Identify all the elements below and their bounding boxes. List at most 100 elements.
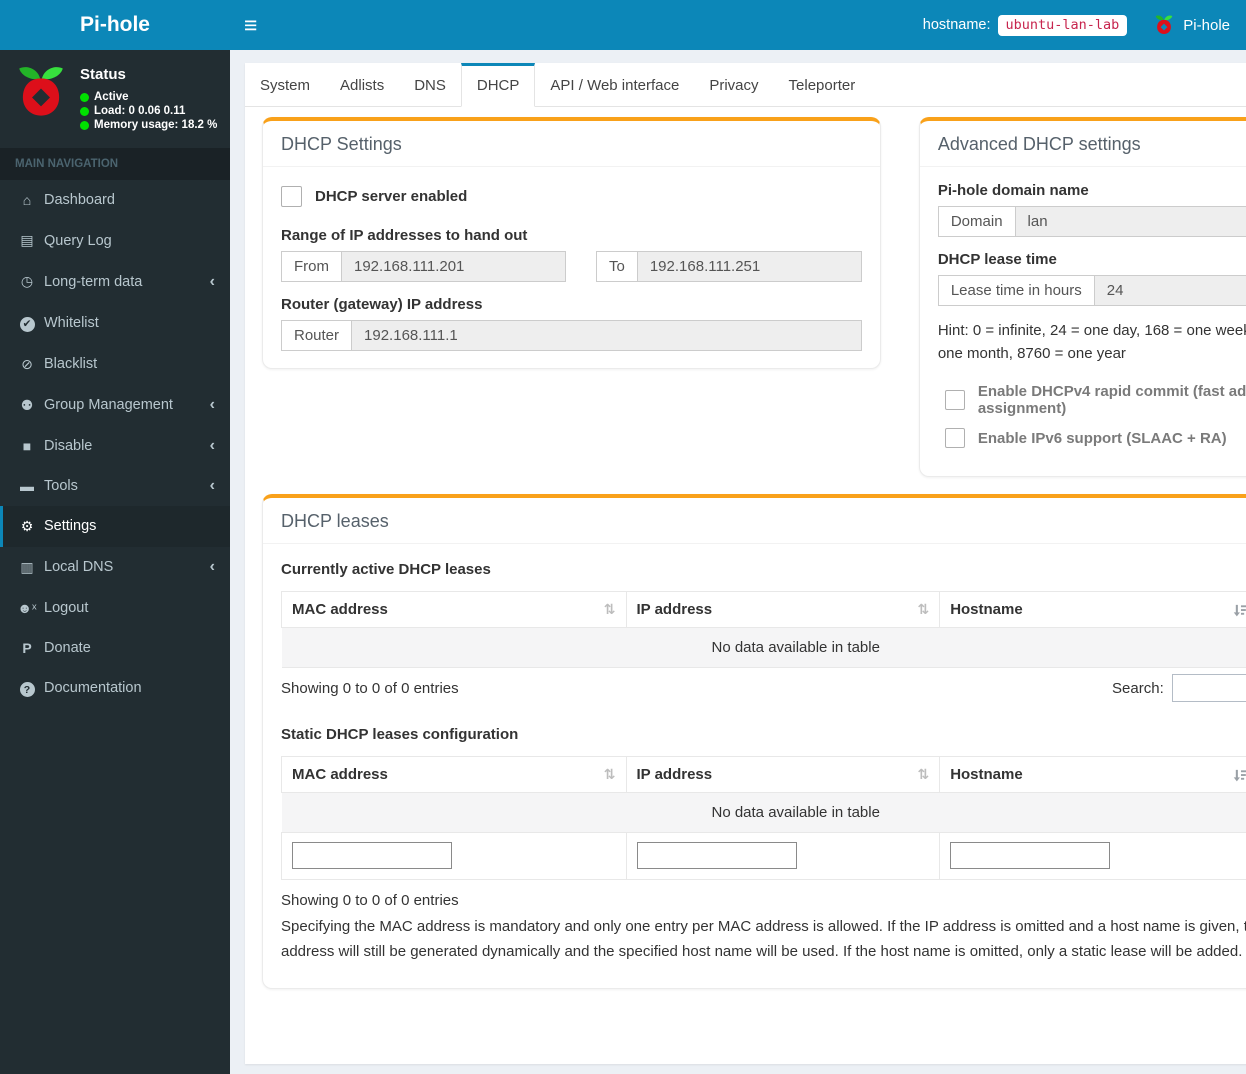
sort-icon: ⇅	[917, 601, 929, 618]
sidebar-item-group-management[interactable]: ⚉ Group Management ‹	[0, 385, 230, 426]
sidebar-item-query-log[interactable]: ▤ Query Log	[0, 220, 230, 261]
navbar-right: hostname: ubuntu-lan-lab Pi-hole	[923, 14, 1230, 36]
static-leases-note: Specifying the MAC address is mandatory …	[281, 915, 1246, 965]
advanced-dhcp-title: Advanced DHCP settings	[938, 134, 1246, 155]
static-leases-table: ⇅ MAC address ⇅ IP address	[281, 756, 1246, 880]
column-header-ip[interactable]: ⇅ IP address	[626, 592, 940, 628]
status-active-text: Active	[94, 91, 129, 103]
sidebar-item-tools[interactable]: ▬ Tools ‹	[0, 466, 230, 506]
sort-icon: ⇅	[604, 766, 616, 783]
tab-privacy[interactable]: Privacy	[694, 63, 773, 107]
column-header-hostname[interactable]: Hostname	[940, 757, 1246, 793]
from-addon: From	[281, 251, 341, 282]
navbar-brand: Pi-hole	[1153, 14, 1230, 36]
column-header-mac[interactable]: ⇅ MAC address	[282, 592, 627, 628]
address-book-icon: ▥	[15, 559, 39, 576]
sidebar-item-label: Logout	[44, 600, 88, 616]
range-from-input[interactable]	[341, 251, 566, 282]
question-circle-icon: ?	[15, 680, 39, 698]
range-to-input[interactable]	[637, 251, 862, 282]
ban-icon: ⊘	[15, 356, 39, 373]
check-circle-icon: ✔	[15, 314, 39, 332]
static-leases-info: Showing 0 to 0 of 0 entries	[281, 892, 1246, 909]
sidebar-item-blacklist[interactable]: ⊘ Blacklist	[0, 344, 230, 385]
home-icon: ⌂	[15, 192, 39, 208]
sidebar-item-label: Query Log	[44, 233, 112, 249]
dhcp-server-enabled-checkbox[interactable]	[281, 186, 302, 207]
status-dot-icon	[80, 121, 89, 130]
empty-table-message: No data available in table	[282, 628, 1246, 668]
stop-icon: ■	[15, 438, 39, 454]
new-static-hostname-input[interactable]	[950, 842, 1110, 869]
status-dot-icon	[80, 107, 89, 116]
rapid-commit-checkbox[interactable]	[945, 390, 965, 410]
static-leases-heading: Static DHCP leases configuration	[281, 726, 1246, 743]
dhcp-leases-card: DHCP leases Currently active DHCP leases…	[262, 494, 1246, 989]
status-load-text: Load: 0 0.06 0.11	[94, 105, 185, 117]
domain-input[interactable]	[1015, 206, 1246, 237]
hostname-badge: ubuntu-lan-lab	[998, 15, 1128, 36]
sidebar-item-label: Whitelist	[44, 315, 99, 331]
sort-icon: ⇅	[604, 601, 616, 618]
search-input[interactable]	[1172, 674, 1246, 702]
sidebar-item-logout[interactable]: ☻ˣ Logout	[0, 588, 230, 628]
sidebar-item-label: Dashboard	[44, 192, 115, 208]
lease-time-hint: Hint: 0 = infinite, 24 = one day, 168 = …	[938, 320, 1246, 365]
sidebar-item-whitelist[interactable]: ✔ Whitelist	[0, 302, 230, 344]
dhcp-settings-card-header: DHCP Settings	[263, 121, 880, 167]
tab-dhcp[interactable]: DHCP	[461, 63, 536, 107]
lease-time-addon: Lease time in hours	[938, 275, 1094, 306]
sidebar-toggle-icon[interactable]: ≡	[244, 14, 257, 37]
sidebar-section-label: MAIN NAVIGATION	[0, 148, 230, 180]
lease-time-input[interactable]	[1094, 275, 1246, 306]
paypal-icon: P	[15, 640, 39, 656]
dhcp-tab-content: DHCP Settings DHCP server enabled Range …	[245, 107, 1246, 1064]
sidebar-item-label: Disable	[44, 438, 92, 454]
lease-time-label: DHCP lease time	[938, 251, 1246, 268]
status-title: Status	[80, 66, 217, 83]
router-group: Router	[281, 320, 862, 351]
sidebar-item-label: Group Management	[44, 397, 173, 413]
new-static-mac-input[interactable]	[292, 842, 452, 869]
sort-icon: ⇅	[917, 766, 929, 783]
sidebar-item-label: Local DNS	[44, 559, 113, 575]
sidebar-item-dashboard[interactable]: ⌂ Dashboard	[0, 180, 230, 220]
advanced-dhcp-card-header: Advanced DHCP settings	[920, 121, 1246, 167]
pihole-raspberry-logo	[12, 63, 70, 121]
table-row: No data available in table	[282, 628, 1246, 668]
column-header-hostname[interactable]: Hostname	[940, 592, 1246, 628]
sidebar-item-long-term-data[interactable]: ◷ Long-term data ‹	[0, 261, 230, 302]
navbar-brand-label: Pi-hole	[1183, 17, 1230, 34]
active-leases-table: ⇅ MAC address ⇅ IP address	[281, 591, 1246, 668]
tab-api-web-interface[interactable]: API / Web interface	[535, 63, 694, 107]
users-icon: ⚉	[15, 397, 39, 414]
sidebar-item-settings[interactable]: ⚙ Settings	[0, 506, 230, 547]
sidebar: Status Active Load: 0 0.06 0.11 Memory u…	[0, 50, 230, 1074]
sidebar-item-local-dns[interactable]: ▥ Local DNS ‹	[0, 547, 230, 588]
tab-dns[interactable]: DNS	[399, 63, 461, 107]
tab-adlists[interactable]: Adlists	[325, 63, 399, 107]
range-to-group: To	[596, 251, 862, 282]
router-ip-input[interactable]	[351, 320, 862, 351]
dhcp-server-enabled-label: DHCP server enabled	[315, 188, 467, 205]
gears-icon: ⚙	[15, 518, 39, 535]
tab-system[interactable]: System	[245, 63, 325, 107]
new-static-ip-input[interactable]	[637, 842, 797, 869]
tab-teleporter[interactable]: Teleporter	[774, 63, 871, 107]
chevron-left-icon: ‹	[210, 559, 215, 575]
ipv6-support-checkbox[interactable]	[945, 428, 965, 448]
column-header-ip[interactable]: ⇅ IP address	[626, 757, 940, 793]
sidebar-item-documentation[interactable]: ? Documentation	[0, 668, 230, 710]
sidebar-item-donate[interactable]: P Donate	[0, 628, 230, 668]
sidebar-item-label: Documentation	[44, 680, 142, 696]
router-label: Router (gateway) IP address	[281, 296, 862, 313]
status-active-row: Active	[80, 91, 217, 103]
user-times-icon: ☻ˣ	[15, 600, 39, 616]
settings-tab-box: System Adlists DNS DHCP API / Web interf…	[245, 63, 1246, 1064]
column-header-mac[interactable]: ⇅ MAC address	[282, 757, 627, 793]
sort-amount-icon	[1233, 768, 1246, 783]
chevron-left-icon: ‹	[210, 397, 215, 413]
sidebar-item-disable[interactable]: ■ Disable ‹	[0, 426, 230, 466]
app-logo[interactable]: Pi-hole	[0, 0, 230, 50]
router-addon: Router	[281, 320, 351, 351]
